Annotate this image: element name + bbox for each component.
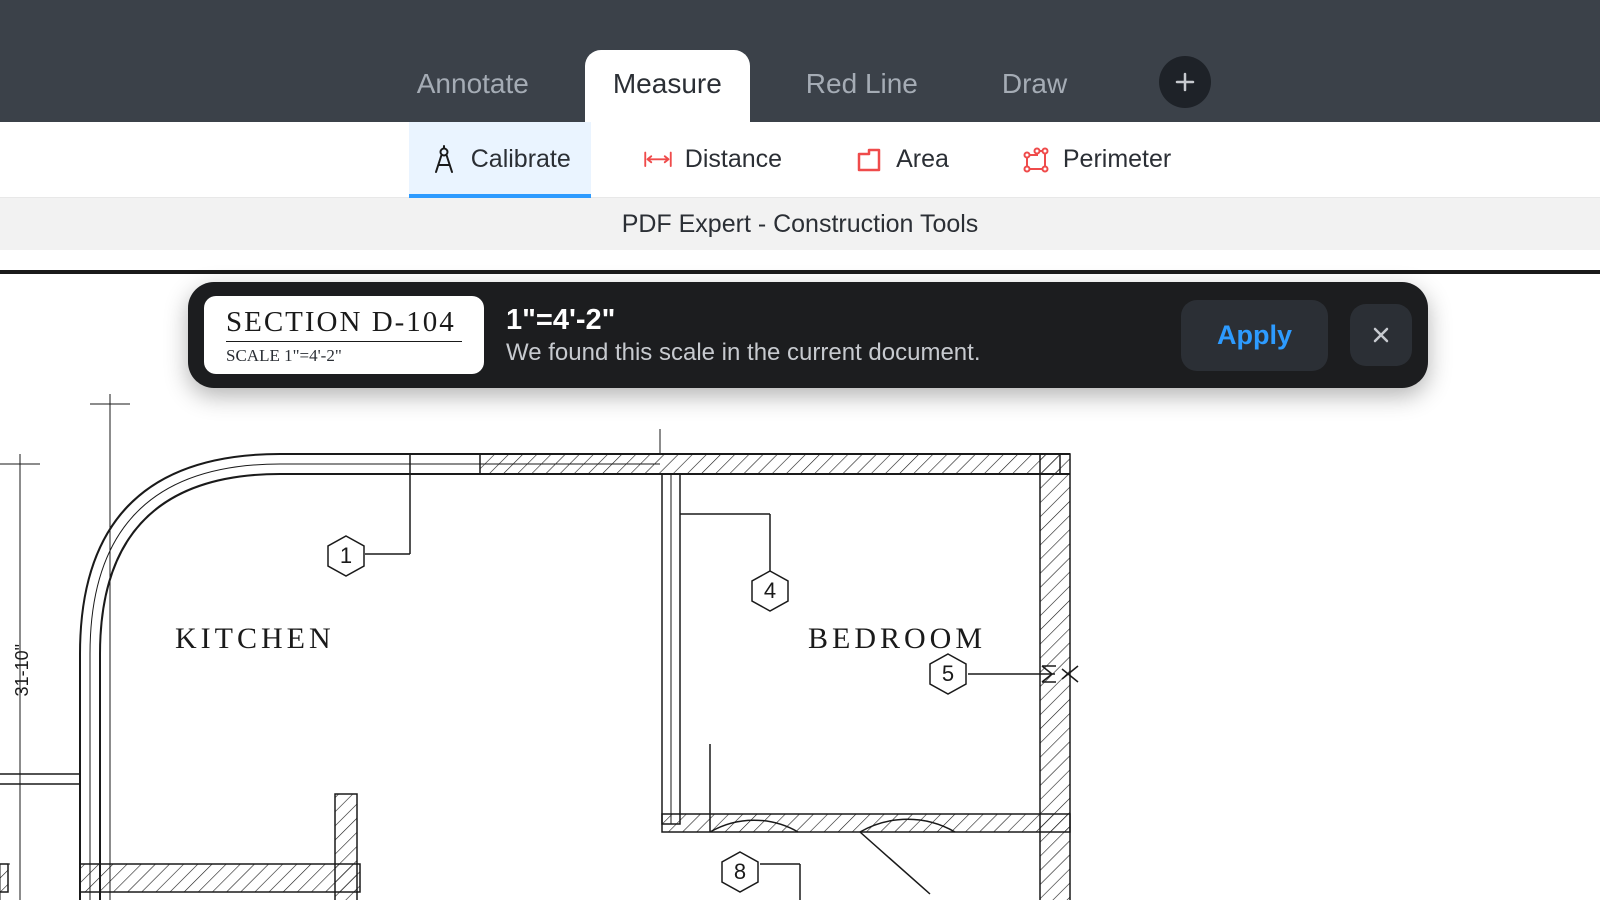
close-button[interactable] — [1350, 304, 1412, 366]
tool-label: Perimeter — [1063, 145, 1171, 174]
tool-label: Calibrate — [471, 145, 571, 174]
measure-toolbar: Calibrate Distance Area Perimeter — [0, 122, 1600, 198]
room-label-kitchen: KITCHEN — [175, 622, 335, 656]
tool-perimeter[interactable]: Perimeter — [1001, 122, 1191, 197]
tool-distance[interactable]: Distance — [623, 122, 802, 197]
canvas-area[interactable]: KITCHEN BEDROOM 31-10" 1 4 5 8 SECTION D… — [0, 250, 1600, 900]
document-title-bar: PDF Expert - Construction Tools — [0, 198, 1600, 250]
distance-icon — [643, 145, 673, 175]
dimension-label: 31-10" — [12, 644, 33, 696]
hex-marker-8: 8 — [718, 850, 762, 894]
tool-area[interactable]: Area — [834, 122, 969, 197]
perimeter-icon — [1021, 145, 1051, 175]
scale-detected-banner: SECTION D-104 SCALE 1"=4'-2" 1"=4'-2" We… — [188, 282, 1428, 388]
tool-calibrate[interactable]: Calibrate — [409, 122, 591, 197]
apply-button[interactable]: Apply — [1181, 300, 1328, 371]
scale-badge: SECTION D-104 SCALE 1"=4'-2" — [204, 296, 484, 374]
tab-draw[interactable]: Draw — [974, 50, 1095, 122]
hex-marker-1: 1 — [324, 534, 368, 578]
tab-redline[interactable]: Red Line — [778, 50, 946, 122]
scale-section-title: SECTION D-104 — [226, 306, 462, 342]
scale-section-scale: SCALE 1"=4'-2" — [226, 346, 462, 366]
compass-icon — [429, 145, 459, 175]
add-button[interactable] — [1159, 56, 1211, 108]
close-icon — [1371, 325, 1391, 345]
tab-annotate[interactable]: Annotate — [389, 50, 557, 122]
document-title: PDF Expert - Construction Tools — [622, 210, 979, 239]
tool-label: Distance — [685, 145, 782, 174]
plus-icon — [1173, 70, 1197, 94]
room-label-bedroom: BEDROOM — [808, 622, 986, 656]
tab-measure[interactable]: Measure — [585, 50, 750, 122]
hex-marker-4: 4 — [748, 569, 792, 613]
scale-heading: 1"=4'-2" — [506, 304, 1159, 337]
main-toolbar: Annotate Measure Red Line Draw — [0, 0, 1600, 122]
hex-marker-5: 5 — [926, 652, 970, 696]
scale-body: We found this scale in the current docum… — [506, 339, 1159, 367]
area-icon — [854, 145, 884, 175]
scale-message: 1"=4'-2" We found this scale in the curr… — [506, 304, 1159, 367]
tool-label: Area — [896, 145, 949, 174]
